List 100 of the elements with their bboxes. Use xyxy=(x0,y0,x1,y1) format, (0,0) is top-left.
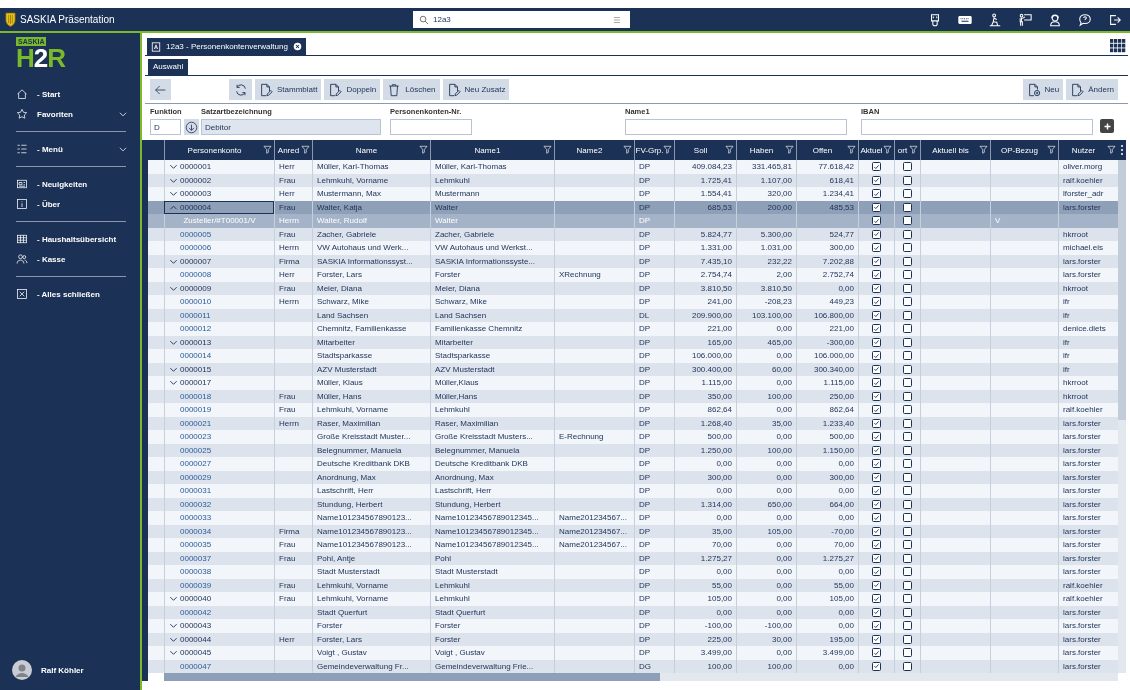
input-field[interactable] xyxy=(861,119,1093,135)
table-row[interactable]: 0000019 Frau Lehmkuhl, Vorname Lehmkuhl DP 862,64 0,00 862,64 ralf.koehler xyxy=(148,403,1118,417)
filter-icon[interactable] xyxy=(847,145,856,154)
checkbox[interactable] xyxy=(903,472,912,482)
checkbox[interactable] xyxy=(903,175,912,185)
checkbox[interactable] xyxy=(903,405,912,415)
input-field[interactable] xyxy=(390,119,472,135)
refresh-button[interactable] xyxy=(229,79,252,100)
scrollbar-thumb[interactable] xyxy=(1118,160,1126,420)
checkbox[interactable] xyxy=(903,297,912,307)
usb-stick-icon[interactable] xyxy=(928,12,942,27)
person-kneeling-icon[interactable] xyxy=(988,12,1002,27)
checkbox[interactable] xyxy=(903,364,912,374)
filter-icon[interactable] xyxy=(979,145,988,154)
checkbox[interactable] xyxy=(872,459,881,469)
table-row[interactable]: 0000033 Name101234567890123... Name10123456789012345... Name201234567... DP 0,00 0,00 0,00 lars.forster xyxy=(148,511,1118,525)
checkbox[interactable] xyxy=(872,432,881,442)
nav-item[interactable]: - Start xyxy=(0,84,140,104)
checkbox[interactable] xyxy=(903,378,912,388)
toolbar-button[interactable]: Löschen xyxy=(383,79,440,100)
checkbox[interactable] xyxy=(872,445,881,455)
checkbox[interactable] xyxy=(903,607,912,617)
input-field[interactable]: Debitor xyxy=(201,119,381,135)
checkbox[interactable] xyxy=(903,648,912,658)
scrollbar[interactable] xyxy=(164,673,1118,681)
checkbox[interactable] xyxy=(872,607,881,617)
chevron-down-icon[interactable] xyxy=(169,378,178,388)
toolbar-button[interactable]: Doppeln xyxy=(324,79,381,100)
checkbox[interactable] xyxy=(903,189,912,199)
support-agent-icon[interactable] xyxy=(1048,12,1062,27)
logout-icon[interactable] xyxy=(1108,12,1122,27)
checkbox[interactable] xyxy=(903,567,912,577)
checkbox[interactable] xyxy=(872,337,881,347)
checkbox[interactable] xyxy=(903,513,912,523)
checkbox[interactable] xyxy=(872,553,881,563)
checkbox[interactable] xyxy=(903,445,912,455)
nav-item[interactable]: - Haushaltsübersicht xyxy=(0,229,140,249)
table-row[interactable]: 0000017 Müller, Klaus Müller,Klaus DP 1.115,00 0,00 1.115,00 hkrroot xyxy=(148,376,1118,390)
document-tab[interactable]: 12a3 - Personenkontenverwaltung xyxy=(147,38,306,55)
checkbox[interactable] xyxy=(872,391,881,401)
filter-icon[interactable] xyxy=(909,145,918,154)
checkbox[interactable] xyxy=(903,337,912,347)
checkbox[interactable] xyxy=(903,621,912,631)
filter-icon[interactable] xyxy=(301,145,310,154)
scrollbar-thumb[interactable] xyxy=(164,673,661,681)
checkbox[interactable] xyxy=(872,418,881,428)
filter-icon[interactable] xyxy=(725,145,734,154)
table-row[interactable]: 0000003 Herr Mustermann, Max Mustermann DP 1.554,41 320,00 1.234,41 lforster_adr xyxy=(148,187,1118,201)
apps-grid-icon[interactable] xyxy=(1110,39,1126,53)
table-row[interactable]: 0000035 Frau Name101234567890123... Name10123456789012345... Name201234567... DP 70,00 0,00 70,00 lars.forster xyxy=(148,538,1118,552)
checkbox[interactable] xyxy=(903,459,912,469)
checkbox[interactable] xyxy=(872,243,881,253)
checkbox[interactable] xyxy=(872,310,881,320)
checkbox[interactable] xyxy=(903,580,912,590)
filter-icon[interactable] xyxy=(663,145,672,154)
filter-icon[interactable] xyxy=(263,145,272,154)
nav-item[interactable]: - Kasse xyxy=(0,249,140,269)
scrollbar[interactable] xyxy=(1118,140,1126,673)
checkbox[interactable] xyxy=(903,634,912,644)
table-row[interactable]: 0000006 Herrn VW Autohaus und Werk... VW Autohaus und Werkst... DP 1.331,00 1.031,00 300,00 michael.eis xyxy=(148,241,1118,255)
checkbox[interactable] xyxy=(872,175,881,185)
checkbox[interactable] xyxy=(903,540,912,550)
checkbox[interactable] xyxy=(903,216,912,226)
toolbar-button[interactable]: Ändern xyxy=(1066,79,1118,100)
checkbox[interactable] xyxy=(903,202,912,212)
checkbox[interactable] xyxy=(872,351,881,361)
presenter-icon[interactable] xyxy=(1018,12,1032,27)
checkbox[interactable] xyxy=(903,283,912,293)
checkbox[interactable] xyxy=(872,270,881,280)
checkbox[interactable] xyxy=(903,486,912,496)
tab[interactable]: Auswahl xyxy=(148,59,189,75)
checkbox[interactable] xyxy=(903,499,912,509)
checkbox[interactable] xyxy=(903,324,912,334)
checkbox[interactable] xyxy=(872,229,881,239)
checkbox[interactable] xyxy=(872,189,881,199)
chevron-down-icon[interactable] xyxy=(169,621,178,631)
checkbox[interactable] xyxy=(872,297,881,307)
chevron-down-icon[interactable] xyxy=(169,648,178,658)
add-button[interactable] xyxy=(1100,119,1114,133)
table-row[interactable]: 0000008 Herr Forster, Lars Forster XRechnung DP 2.754,74 2,00 2.752,74 lars.forster xyxy=(148,268,1118,282)
checkbox[interactable] xyxy=(872,324,881,334)
chat-question-icon[interactable] xyxy=(1078,12,1092,27)
checkbox[interactable] xyxy=(872,513,881,523)
checkbox[interactable] xyxy=(903,526,912,536)
table-row[interactable]: 0000023 Große Kreisstadt Muster... Große Kreisstadt Musters... E-Rechnung DP 500,00 0,00 500,00 lars.forster xyxy=(148,430,1118,444)
checkbox[interactable] xyxy=(903,243,912,253)
table-row[interactable]: 0000038 Stadt Musterstadt Stadt Musterstadt DP 0,00 0,00 0,00 lars.forster xyxy=(148,565,1118,579)
checkbox[interactable] xyxy=(872,364,881,374)
more-vertical-icon[interactable] xyxy=(1118,140,1126,160)
checkbox[interactable] xyxy=(872,256,881,266)
nav-item[interactable]: - Neuigkeiten xyxy=(0,174,140,194)
checkbox[interactable] xyxy=(903,391,912,401)
checkbox[interactable] xyxy=(872,405,881,415)
chevron-down-icon[interactable] xyxy=(169,594,178,604)
checkbox[interactable] xyxy=(872,378,881,388)
chevron-down-icon[interactable] xyxy=(169,189,178,199)
search-field[interactable]: 12a3 xyxy=(413,11,630,28)
checkbox[interactable] xyxy=(903,229,912,239)
checkbox[interactable] xyxy=(903,310,912,320)
filter-icon[interactable] xyxy=(1047,145,1056,154)
